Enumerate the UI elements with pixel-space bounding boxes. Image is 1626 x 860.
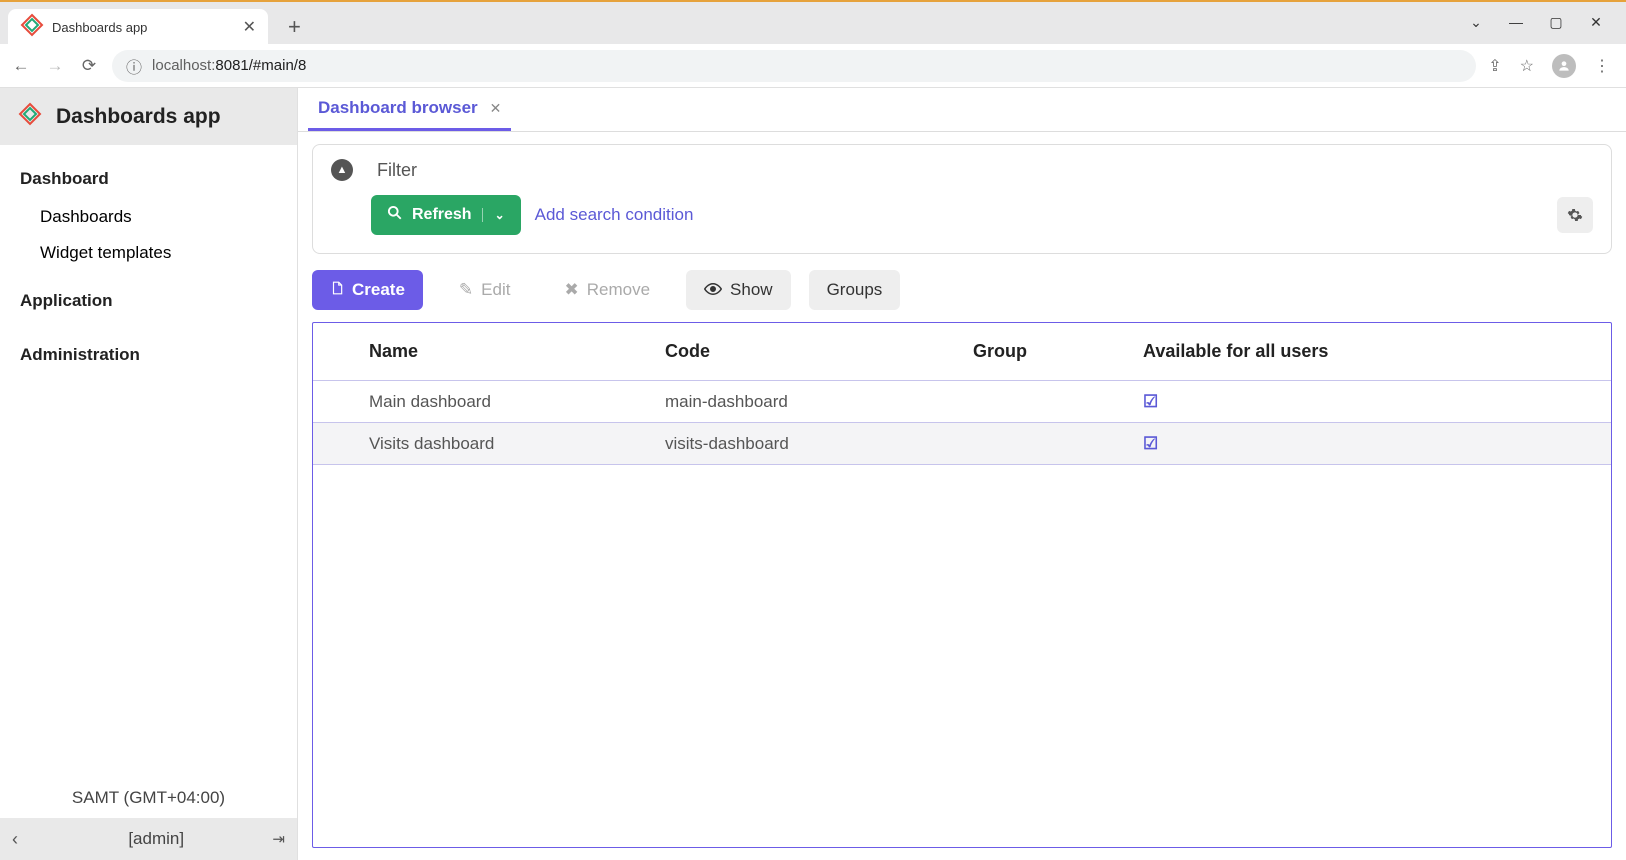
sidebar-subitem-dashboards[interactable]: Dashboards — [0, 199, 297, 235]
col-available[interactable]: Available for all users — [1135, 341, 1611, 362]
show-button[interactable]: Show — [686, 270, 791, 310]
timezone-label: SAMT (GMT+04:00) — [0, 778, 297, 818]
share-icon[interactable]: ⇪ — [1488, 56, 1501, 76]
content: ▲ Filter Refresh ⌄ Add search condition — [298, 132, 1626, 860]
filter-title: Filter — [377, 160, 417, 181]
app-logo-icon — [18, 102, 42, 131]
main-tabs: Dashboard browser ✕ — [298, 88, 1626, 132]
main-tab-dashboard-browser[interactable]: Dashboard browser ✕ — [308, 88, 511, 131]
app-title: Dashboards app — [56, 105, 221, 129]
nav-reload-icon[interactable]: ⟳ — [78, 56, 100, 76]
x-icon: ✖ — [564, 280, 578, 300]
pencil-icon: ✎ — [459, 280, 473, 300]
tab-title: Dashboards app — [52, 20, 235, 35]
url-text: localhost:8081/#main/8 — [152, 57, 306, 74]
table-row[interactable]: Visits dashboardvisits-dashboard ☑ — [313, 423, 1611, 465]
kebab-menu-icon[interactable]: ⋮ — [1594, 56, 1610, 76]
dashboards-table: Name Code Group Available for all users … — [312, 322, 1612, 848]
main-area: Dashboard browser ✕ ▲ Filter Refresh ⌄ A… — [298, 88, 1626, 860]
table-row[interactable]: Main dashboardmain-dashboard ☑ — [313, 381, 1611, 423]
table-header: Name Code Group Available for all users — [313, 323, 1611, 381]
tab-close-icon[interactable]: ✕ — [243, 17, 256, 37]
cell-code: main-dashboard — [657, 392, 965, 412]
tab-strip: Dashboards app ✕ + ⌄ — ▢ ✕ — [0, 0, 1626, 44]
table-body: Main dashboardmain-dashboard☑Visits dash… — [313, 381, 1611, 465]
filter-settings-button[interactable] — [1557, 197, 1593, 233]
app-root: Dashboards app Dashboard Dashboards Widg… — [0, 88, 1626, 860]
main-tab-close-icon[interactable]: ✕ — [490, 100, 502, 117]
current-user[interactable]: [admin] — [40, 829, 272, 849]
window-chevron-icon[interactable]: ⌄ — [1462, 14, 1490, 31]
remove-label: Remove — [587, 280, 650, 300]
user-bar: ‹ [admin] ⇥ — [0, 818, 297, 860]
sidebar-collapse-icon[interactable]: ‹ — [12, 829, 40, 850]
main-tab-label: Dashboard browser — [318, 98, 478, 118]
tab-favicon — [20, 13, 44, 42]
nav-back-icon[interactable]: ← — [10, 56, 32, 76]
profile-avatar-icon[interactable] — [1552, 54, 1576, 78]
sidebar-item-dashboard[interactable]: Dashboard — [0, 159, 297, 199]
edit-label: Edit — [481, 280, 510, 300]
refresh-button[interactable]: Refresh ⌄ — [371, 195, 521, 235]
new-tab-button[interactable]: + — [288, 14, 301, 40]
window-controls: ⌄ — ▢ ✕ — [1452, 2, 1620, 43]
col-name[interactable]: Name — [349, 341, 657, 362]
address-bar: ← → ⟳ ⓘ localhost:8081/#main/8 ⇪ ☆ ⋮ — [0, 44, 1626, 88]
edit-button: ✎ Edit — [441, 270, 529, 310]
document-icon — [330, 280, 344, 301]
cell-code: visits-dashboard — [657, 434, 965, 454]
sidebar-item-administration[interactable]: Administration — [0, 335, 297, 375]
star-icon[interactable]: ☆ — [1520, 56, 1534, 76]
sidebar-nav: Dashboard Dashboards Widget templates Ap… — [0, 145, 297, 375]
cell-name: Visits dashboard — [349, 434, 657, 454]
sidebar-header: Dashboards app — [0, 88, 297, 145]
groups-button[interactable]: Groups — [809, 270, 901, 310]
gear-icon — [1567, 207, 1583, 223]
create-button[interactable]: Create — [312, 270, 423, 310]
window-minimize-icon[interactable]: — — [1502, 14, 1530, 31]
col-code[interactable]: Code — [657, 341, 965, 362]
groups-label: Groups — [827, 280, 883, 300]
filter-collapse-icon[interactable]: ▲ — [331, 159, 353, 181]
sidebar-item-application[interactable]: Application — [0, 281, 297, 321]
create-label: Create — [352, 280, 405, 300]
browser-tab[interactable]: Dashboards app ✕ — [8, 9, 268, 45]
add-search-condition-link[interactable]: Add search condition — [535, 205, 694, 225]
logout-icon[interactable]: ⇥ — [272, 830, 285, 848]
eye-icon — [704, 280, 722, 300]
sidebar: Dashboards app Dashboard Dashboards Widg… — [0, 88, 298, 860]
refresh-label: Refresh — [412, 206, 472, 224]
filter-panel: ▲ Filter Refresh ⌄ Add search condition — [312, 144, 1612, 254]
cell-available: ☑ — [1135, 434, 1611, 454]
browser-chrome: Dashboards app ✕ + ⌄ — ▢ ✕ ← → ⟳ ⓘ local… — [0, 0, 1626, 88]
nav-forward-icon: → — [44, 56, 66, 76]
cell-available: ☑ — [1135, 392, 1611, 412]
browser-right-icons: ⇪ ☆ ⋮ — [1488, 54, 1616, 78]
refresh-dropdown-icon[interactable]: ⌄ — [482, 208, 505, 222]
window-close-icon[interactable]: ✕ — [1582, 14, 1610, 31]
search-icon — [387, 205, 402, 225]
address-input[interactable]: ⓘ localhost:8081/#main/8 — [112, 50, 1476, 82]
info-icon[interactable]: ⓘ — [126, 54, 142, 78]
show-label: Show — [730, 280, 773, 300]
cell-name: Main dashboard — [349, 392, 657, 412]
col-group[interactable]: Group — [965, 341, 1135, 362]
sidebar-subitem-widget-templates[interactable]: Widget templates — [0, 235, 297, 271]
window-maximize-icon[interactable]: ▢ — [1542, 14, 1570, 31]
toolbar: Create ✎ Edit ✖ Remove Show Groups — [312, 270, 1612, 310]
remove-button: ✖ Remove — [546, 270, 668, 310]
